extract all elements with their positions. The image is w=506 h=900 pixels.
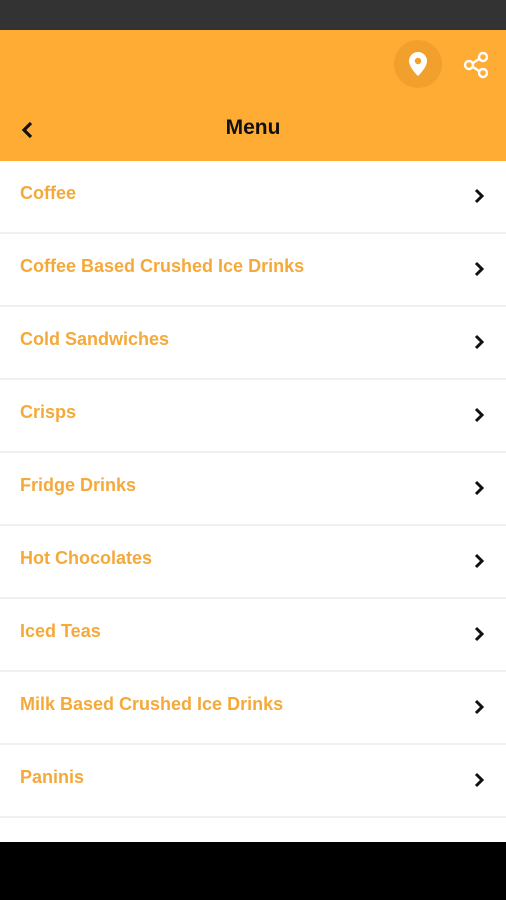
menu-category-label: Coffee [20, 183, 77, 203]
menu-category-row[interactable]: Hot Chocolates [0, 526, 506, 597]
share-button[interactable] [460, 48, 494, 82]
menu-category-label: Crisps [20, 402, 77, 422]
menu-category-row[interactable]: Coffee [0, 161, 506, 232]
menu-list: Coffee Coffee Based Crushed Ice Drinks Col… [0, 161, 506, 842]
chevron-right-icon [474, 772, 485, 788]
app-header: Menu [0, 30, 506, 161]
chevron-right-icon [474, 407, 485, 423]
menu-category-row[interactable]: Milk Based Crushed Ice Drinks [0, 672, 506, 743]
menu-category-row[interactable]: Crisps [0, 380, 506, 451]
menu-category-row[interactable]: Paninis [0, 745, 506, 816]
chevron-right-icon [474, 261, 485, 277]
menu-category-label: Fridge Drinks [20, 475, 137, 495]
status-bar [0, 0, 506, 30]
menu-category-label: Paninis [20, 767, 85, 787]
menu-category-row[interactable]: Cold Sandwiches [0, 307, 506, 378]
page-title: Menu [225, 116, 281, 139]
menu-category-row[interactable]: Pastries [0, 818, 506, 842]
menu-category-label: Milk Based Crushed Ice Drinks [20, 694, 284, 714]
menu-category-label: Cold Sandwiches [20, 329, 170, 349]
system-navigation-bar [0, 842, 506, 900]
share-icon [463, 51, 489, 79]
menu-category-label: Coffee Based Crushed Ice Drinks [20, 256, 305, 276]
menu-category-label: Iced Teas [20, 621, 101, 641]
chevron-right-icon [474, 334, 485, 350]
menu-category-label: Hot Chocolates [20, 548, 153, 568]
location-button[interactable] [394, 40, 442, 88]
location-pin-icon [409, 52, 427, 76]
chevron-right-icon [474, 699, 485, 715]
menu-category-row[interactable]: Iced Teas [0, 599, 506, 670]
chevron-right-icon [474, 188, 485, 204]
chevron-right-icon [474, 553, 485, 569]
menu-category-row[interactable]: Fridge Drinks [0, 453, 506, 524]
chevron-right-icon [474, 626, 485, 642]
chevron-right-icon [474, 480, 485, 496]
menu-category-row[interactable]: Coffee Based Crushed Ice Drinks [0, 234, 506, 305]
